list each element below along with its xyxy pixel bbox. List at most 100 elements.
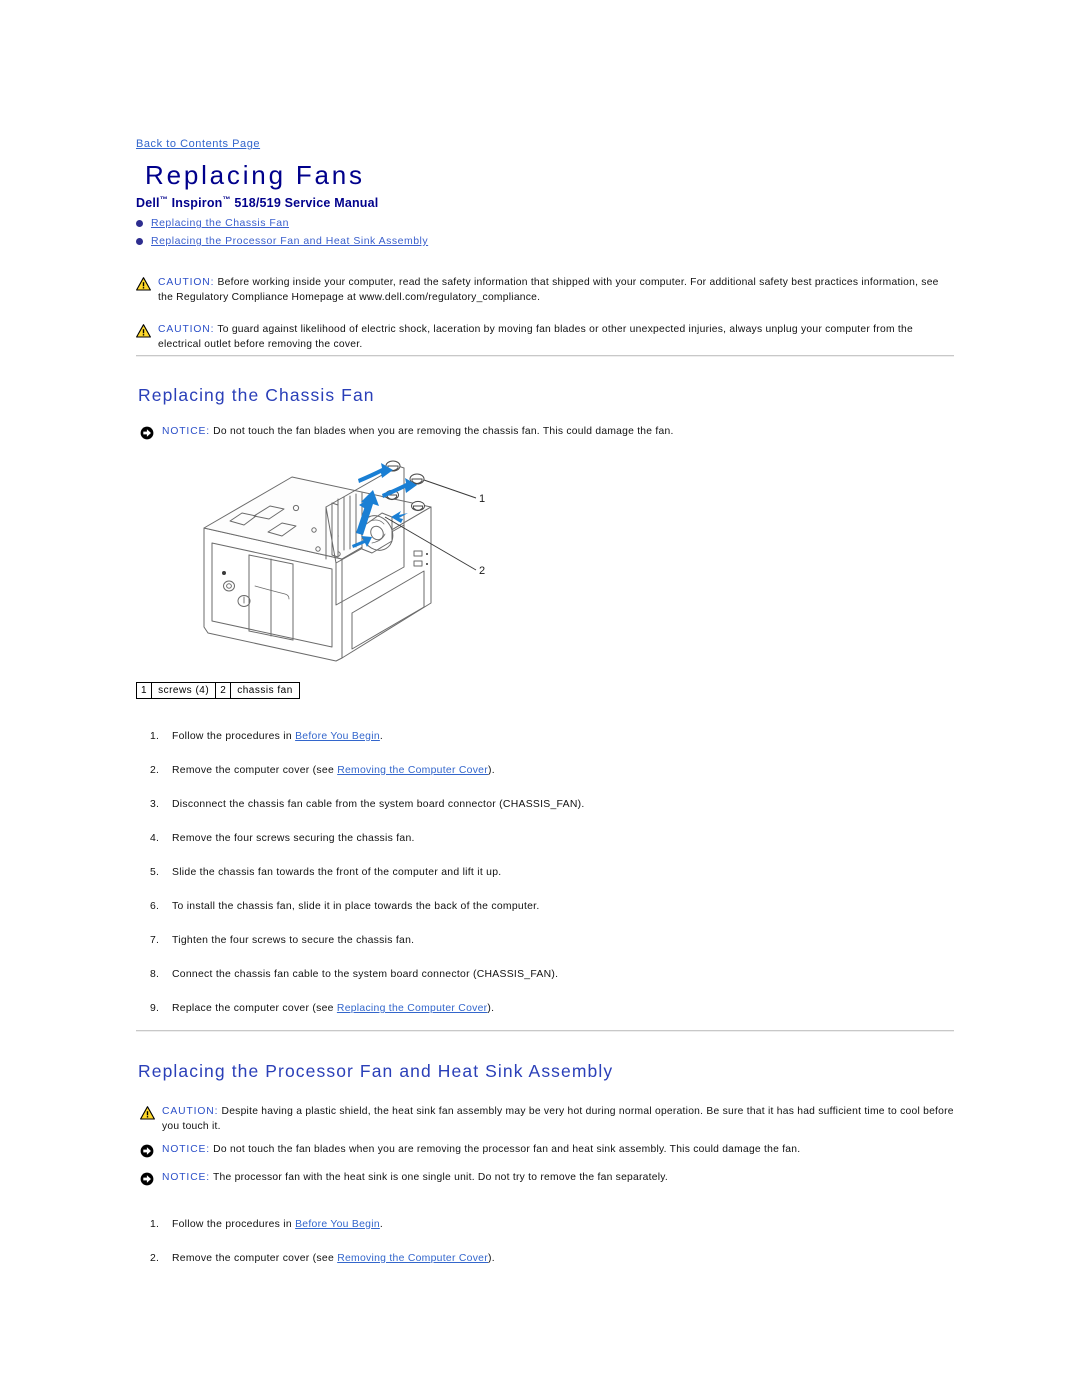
step-text: Replace the computer cover (see Replacin… xyxy=(172,1002,910,1016)
list-item: 1. Follow the procedures in Before You B… xyxy=(150,730,910,744)
page-title: Replacing Fans xyxy=(145,160,365,190)
list-item: 2. Remove the computer cover (see Removi… xyxy=(150,1252,910,1266)
step-text-post: . xyxy=(379,1219,384,1230)
caution-text: CAUTION: Despite having a plastic shield… xyxy=(162,1105,958,1134)
bullet-icon xyxy=(136,237,143,245)
step-number: 7. xyxy=(150,935,160,946)
step-text: Slide the chassis fan towards the front … xyxy=(172,867,502,878)
list-item: 4. Remove the four screws securing the c… xyxy=(150,832,910,846)
notice-arrow-icon xyxy=(140,1171,162,1186)
section-heading-chassis-fan: Replacing the Chassis Fan xyxy=(138,385,375,405)
step-number: 6. xyxy=(150,901,160,912)
step-text: To install the chassis fan, slide it in … xyxy=(172,901,540,912)
procedure-list-chassis-fan: 1. Follow the procedures in Before You B… xyxy=(150,730,910,1036)
document-header: Replacing Fans Dell™ Inspiron™ 518/519 S… xyxy=(136,160,378,211)
notice-text: NOTICE: Do not touch the fan blades when… xyxy=(162,1143,800,1158)
figure-legend-table: 1 screws (4) 2 chassis fan xyxy=(135,682,300,699)
step-link[interactable]: Removing the Computer Cover xyxy=(337,765,488,776)
step-number: 3. xyxy=(150,799,160,810)
step-text: Remove the computer cover (see Removing … xyxy=(172,764,910,778)
back-to-contents-link[interactable]: Back to Contents Page xyxy=(136,138,260,150)
step-number: 2. xyxy=(150,765,160,776)
notice-body: Do not touch the fan blades when you are… xyxy=(210,1144,801,1155)
step-text: Follow the procedures in Before You Begi… xyxy=(172,1218,910,1232)
step-link[interactable]: Before You Begin xyxy=(295,1219,380,1230)
step-text: Disconnect the chassis fan cable from th… xyxy=(172,799,585,810)
caution-triangle-icon xyxy=(136,276,158,291)
trademark-symbol-2: ™ xyxy=(222,195,231,204)
step-text: Remove the four screws securing the chas… xyxy=(172,833,415,844)
list-item: 2. Remove the computer cover (see Removi… xyxy=(150,764,910,778)
caution-block-safety-info: CAUTION: Before working inside your comp… xyxy=(136,276,954,305)
step-link[interactable]: Removing the Computer Cover xyxy=(337,1253,488,1264)
figure-callout-1: 1 xyxy=(479,493,485,505)
step-text-pre: Remove the computer cover (see xyxy=(172,765,338,776)
caution-block-electric-shock: CAUTION: To guard against likelihood of … xyxy=(136,323,954,352)
trademark-symbol-1: ™ xyxy=(159,195,168,204)
bullet-icon xyxy=(136,219,143,227)
notice-arrow-icon xyxy=(140,425,162,440)
list-item: 1. Follow the procedures in Before You B… xyxy=(150,1218,910,1232)
caution-body: To guard against likelihood of electric … xyxy=(158,324,913,350)
step-number: 5. xyxy=(150,867,160,878)
subtitle-model: 518/519 Service Manual xyxy=(230,196,379,211)
step-text: Tighten the four screws to secure the ch… xyxy=(172,935,415,946)
notice-keyword: NOTICE: xyxy=(162,426,211,437)
toc-item-chassis-fan[interactable]: Replacing the Chassis Fan xyxy=(136,216,428,230)
step-text: Connect the chassis fan cable to the sys… xyxy=(172,969,559,980)
step-text-pre: Follow the procedures in xyxy=(172,1219,296,1230)
caution-triangle-icon xyxy=(136,323,158,338)
caution-body: Despite having a plastic shield, the hea… xyxy=(162,1106,954,1132)
section-heading-processor-fan: Replacing the Processor Fan and Heat Sin… xyxy=(138,1061,614,1081)
notice-block-single-unit: NOTICE: The processor fan with the heat … xyxy=(140,1171,958,1186)
figure-callout-2: 2 xyxy=(479,565,485,577)
notice-arrow-icon xyxy=(140,1143,162,1158)
figure-chassis-fan-removal: 1 2 xyxy=(186,455,516,675)
notice-keyword: NOTICE: xyxy=(162,1172,211,1183)
notice-text: NOTICE: Do not touch the fan blades when… xyxy=(162,425,674,440)
notice-keyword: NOTICE: xyxy=(162,1144,211,1155)
notice-text: NOTICE: The processor fan with the heat … xyxy=(162,1171,668,1186)
legend-number-2: 2 xyxy=(215,682,232,699)
list-item: 3. Disconnect the chassis fan cable from… xyxy=(150,798,910,812)
step-number: 4. xyxy=(150,833,160,844)
toc-link-label[interactable]: Replacing the Processor Fan and Heat Sin… xyxy=(151,235,428,247)
legend-label-screws: screws (4) xyxy=(151,682,217,699)
step-text: Remove the computer cover (see Removing … xyxy=(172,1252,910,1266)
toc-link-label[interactable]: Replacing the Chassis Fan xyxy=(151,217,289,229)
step-text: Follow the procedures in Before You Begi… xyxy=(172,730,910,744)
step-text-pre: Follow the procedures in xyxy=(172,731,296,742)
step-number: 2. xyxy=(150,1253,160,1264)
step-text-post: ). xyxy=(487,1253,495,1264)
toc-item-processor-fan[interactable]: Replacing the Processor Fan and Heat Sin… xyxy=(136,234,428,248)
subtitle-brand: Dell xyxy=(136,196,160,211)
step-link[interactable]: Before You Begin xyxy=(295,731,380,742)
caution-text: CAUTION: Before working inside your comp… xyxy=(158,276,954,305)
step-link[interactable]: Replacing the Computer Cover xyxy=(337,1003,488,1014)
caution-text: CAUTION: To guard against likelihood of … xyxy=(158,323,954,352)
step-text-post: . xyxy=(379,731,384,742)
list-item: 8. Connect the chassis fan cable to the … xyxy=(150,968,910,982)
notice-body: The processor fan with the heat sink is … xyxy=(210,1172,669,1183)
caution-block-heat-sink: CAUTION: Despite having a plastic shield… xyxy=(140,1105,958,1134)
step-number: 8. xyxy=(150,969,160,980)
subtitle-model-prefix: Inspiron xyxy=(167,196,223,211)
caution-body: Before working inside your computer, rea… xyxy=(158,277,939,303)
notice-block-processor-fan-blades: NOTICE: Do not touch the fan blades when… xyxy=(140,1143,958,1158)
step-text-pre: Remove the computer cover (see xyxy=(172,1253,338,1264)
caution-triangle-icon xyxy=(140,1105,162,1120)
section-divider xyxy=(136,1030,954,1032)
legend-number-1: 1 xyxy=(135,682,153,699)
step-number: 1. xyxy=(150,731,160,742)
list-item: 7. Tighten the four screws to secure the… xyxy=(150,934,910,948)
list-item: 5. Slide the chassis fan towards the fro… xyxy=(150,866,910,880)
caution-keyword: CAUTION: xyxy=(162,1106,219,1117)
caution-keyword: CAUTION: xyxy=(158,324,215,335)
notice-block-chassis-fan: NOTICE: Do not touch the fan blades when… xyxy=(140,425,958,440)
list-item: 9. Replace the computer cover (see Repla… xyxy=(150,1002,910,1016)
step-number: 1. xyxy=(150,1219,160,1230)
table-row: 1 screws (4) 2 chassis fan xyxy=(135,682,300,699)
caution-keyword: CAUTION: xyxy=(158,277,215,288)
procedure-list-processor-fan: 1. Follow the procedures in Before You B… xyxy=(150,1218,910,1286)
step-text-pre: Replace the computer cover (see xyxy=(172,1003,337,1014)
